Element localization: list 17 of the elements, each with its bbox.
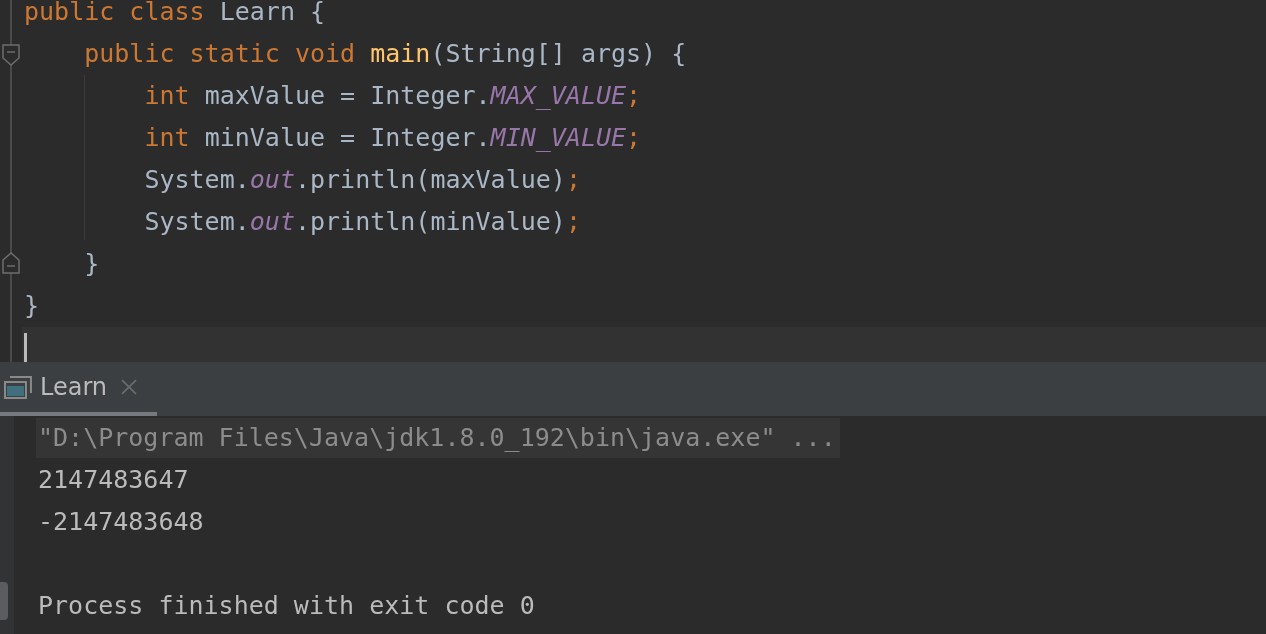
code-line: } xyxy=(24,290,40,322)
console-line: Process finished with exit code 0 xyxy=(38,590,535,622)
code-line: int minValue = Integer.MIN_VALUE; xyxy=(143,122,642,154)
close-icon[interactable] xyxy=(121,379,137,395)
code-line: int maxValue = Integer.MAX_VALUE; xyxy=(143,80,642,112)
console-line: -2147483648 xyxy=(38,506,204,538)
scrollbar-thumb[interactable] xyxy=(0,582,8,620)
console-icon xyxy=(4,376,32,400)
fold-icon[interactable] xyxy=(2,44,20,66)
code-line: } xyxy=(83,248,100,280)
code-line: public class Learn { xyxy=(24,0,326,28)
text-caret xyxy=(24,333,27,362)
console-line: 2147483647 xyxy=(38,464,189,496)
fold-icon[interactable] xyxy=(2,252,20,274)
code-line: public static void main(String[] args) { xyxy=(83,38,687,70)
code-line: System.out.println(maxValue); xyxy=(143,164,581,196)
code-line: System.out.println(minValue); xyxy=(143,206,581,238)
